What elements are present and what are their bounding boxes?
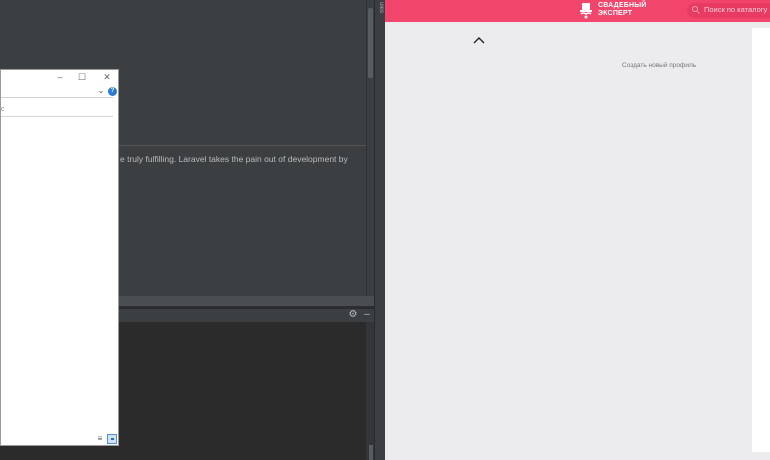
preview-view-icon[interactable] [107,434,117,444]
file-dialog: – ☐ ✕ ⌄ ? c ≡ [0,69,119,446]
minus-icon[interactable]: – [362,308,372,322]
search-field-text[interactable]: c [1,105,7,115]
logo-text-line2[interactable]: ЭКСПЕРТ [598,10,632,18]
content-panel [752,28,770,452]
chevron-up-icon[interactable] [472,34,486,46]
help-icon[interactable]: ? [108,87,117,96]
search-field[interactable] [1,116,113,117]
create-profile-link[interactable]: Создать новый профиль [622,62,696,69]
editor-scroll-thumb[interactable] [368,8,373,78]
minimize-icon[interactable]: – [55,72,65,82]
web-page [385,0,770,460]
side-tool-label[interactable]: ules [375,2,384,16]
editor-text-line: e truly fulfilling. Laravel takes the pa… [120,154,348,164]
search-icon [692,6,698,12]
console-scroll-thumb[interactable] [369,445,373,460]
logo-text-line1[interactable]: СВАДЕБНЫЙ [598,2,647,10]
close-icon[interactable]: ✕ [102,72,112,82]
chevron-down-icon[interactable]: ⌄ [97,86,105,96]
maximize-icon[interactable]: ☐ [77,72,87,82]
details-view-icon[interactable]: ≡ [96,435,104,443]
catalog-search-placeholder[interactable]: Поиск по каталогу [704,5,770,15]
logo-icon[interactable] [580,2,592,19]
address-bar[interactable] [1,97,113,98]
gear-icon[interactable]: ⚙ [348,308,358,322]
console-vertical-scrollbar[interactable] [366,322,374,460]
